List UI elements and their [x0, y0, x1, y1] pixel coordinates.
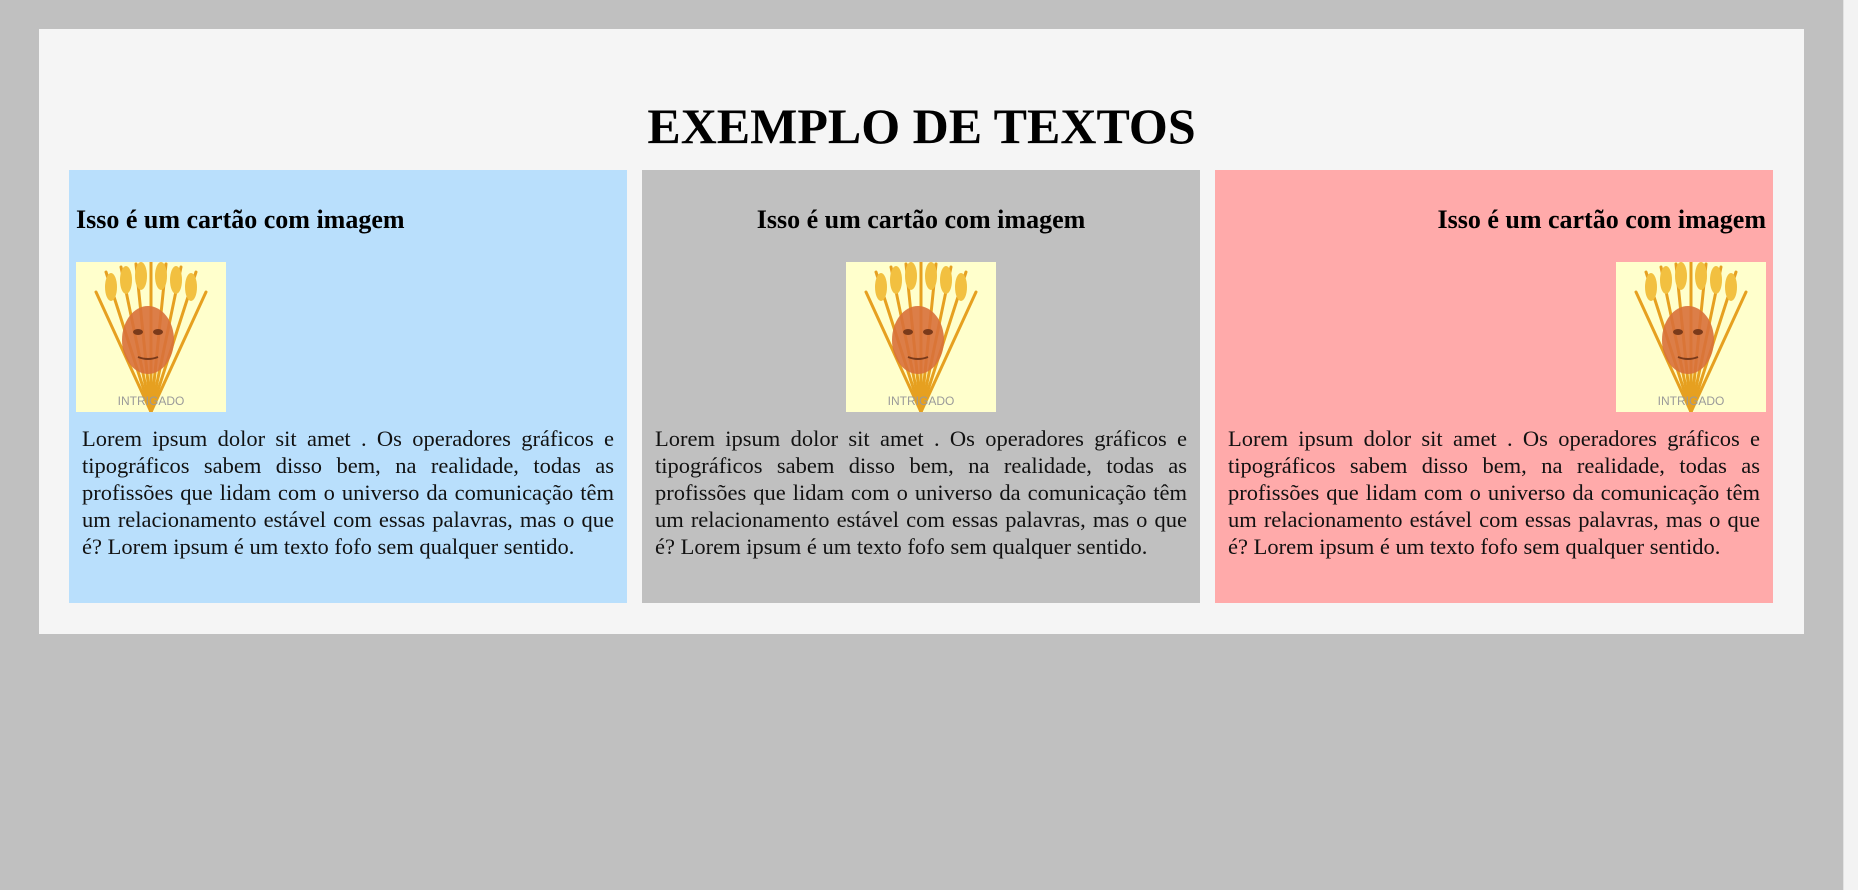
- card-title: Isso é um cartão com imagem: [756, 205, 1086, 234]
- card-title: Isso é um cartão com imagem: [76, 205, 405, 234]
- card-image: INTRIGADO: [846, 262, 996, 412]
- card-image-row: INTRIGADO: [76, 262, 620, 412]
- card-image-row: INTRIGADO: [1222, 262, 1766, 412]
- card-text: Lorem ipsum dolor sit amet . Os operador…: [1228, 426, 1760, 559]
- card-left-aligned: Isso é um cartão com imagem INTRIGADO Lo…: [69, 170, 627, 603]
- card-image: INTRIGADO: [1616, 262, 1766, 412]
- vertical-scrollbar[interactable]: [1843, 0, 1858, 890]
- card-text: Lorem ipsum dolor sit amet . Os operador…: [82, 426, 614, 559]
- card-text: Lorem ipsum dolor sit amet . Os operador…: [655, 426, 1187, 559]
- card-image: INTRIGADO: [76, 262, 226, 412]
- image-caption: INTRIGADO: [118, 394, 185, 408]
- card-image-row: INTRIGADO: [649, 262, 1193, 412]
- card-title: Isso é um cartão com imagem: [1437, 205, 1766, 234]
- content-panel: EXEMPLO DE TEXTOS Isso é um cartão com i…: [39, 29, 1804, 634]
- card-right-aligned: Isso é um cartão com imagem INTRIGADO Lo…: [1215, 170, 1773, 603]
- card-center-aligned: Isso é um cartão com imagem INTRIGADO Lo…: [642, 170, 1200, 603]
- page-background: EXEMPLO DE TEXTOS Isso é um cartão com i…: [0, 0, 1843, 890]
- image-caption: INTRIGADO: [1658, 394, 1725, 408]
- image-caption: INTRIGADO: [888, 394, 955, 408]
- scrollbar-edge: [1843, 0, 1844, 890]
- page-title: EXEMPLO DE TEXTOS: [647, 98, 1196, 154]
